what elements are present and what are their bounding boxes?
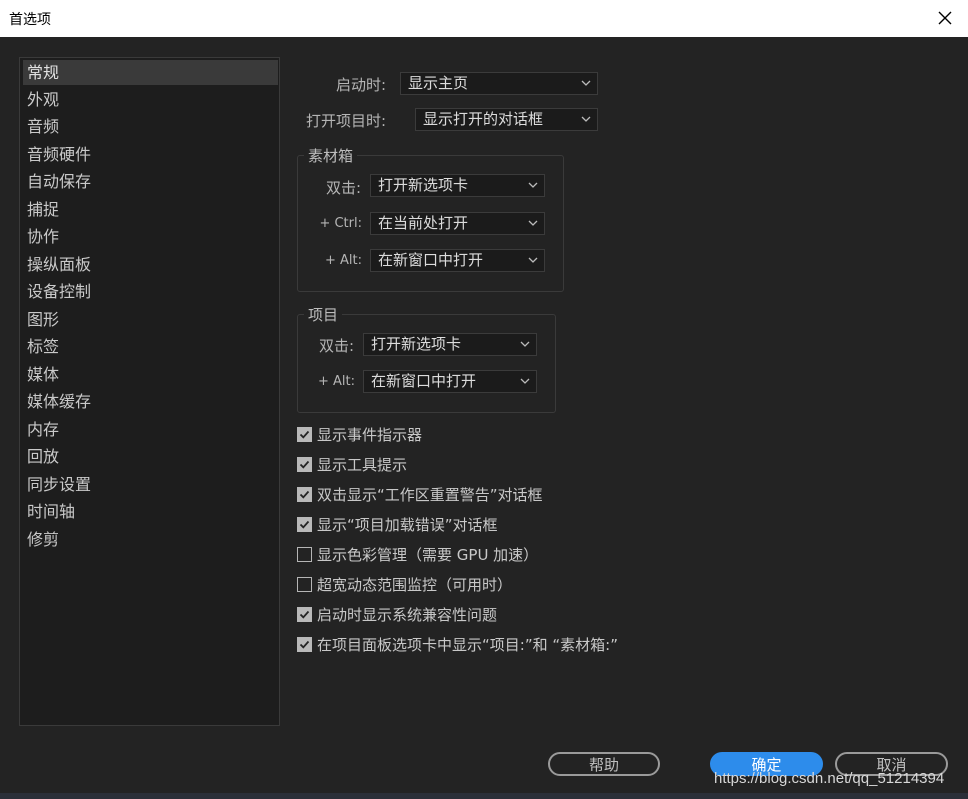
chevron-down-icon [528, 220, 538, 226]
sidebar-item-timeline[interactable]: 时间轴 [23, 499, 278, 524]
project-double-click-select[interactable]: 打开新选项卡 [363, 333, 537, 356]
startup-select[interactable]: 显示主页 [400, 72, 598, 95]
sidebar-item-media[interactable]: 媒体 [23, 362, 278, 387]
chevron-down-icon [581, 116, 591, 122]
sidebar-item-device-control[interactable]: 设备控制 [23, 279, 278, 304]
close-icon[interactable] [932, 5, 958, 31]
preferences-dialog: 常规 外观 音频 音频硬件 自动保存 捕捉 协作 操纵面板 设备控制 图形 标签… [0, 37, 968, 799]
chevron-down-icon [520, 378, 530, 384]
checkbox-label: 显示工具提示 [317, 455, 408, 474]
bins-ctrl-label: + Ctrl: [319, 216, 362, 231]
checkbox-row-event-indicators[interactable]: 显示事件指示器 [297, 423, 422, 445]
open-project-label: 打开项目时: [305, 112, 386, 130]
checkbox-checked[interactable] [297, 606, 312, 622]
startup-label: 启动时: [335, 76, 386, 94]
checkbox-checked[interactable] [297, 426, 312, 442]
sidebar-item-control-surface[interactable]: 操纵面板 [23, 252, 278, 277]
checkbox-checked[interactable] [297, 636, 312, 652]
sidebar-item-labels[interactable]: 标签 [23, 334, 278, 359]
checkbox-label: 启动时显示系统兼容性问题 [317, 605, 498, 624]
checkbox-row-workspace-reset-warning[interactable]: 双击显示“工作区重置警告”对话框 [297, 483, 543, 505]
sidebar-item-collaboration[interactable]: 协作 [23, 224, 278, 249]
bins-alt-value: 在新窗口中打开 [378, 251, 484, 269]
sidebar-item-memory[interactable]: 内存 [23, 417, 278, 442]
checkbox-label: 在项目面板选项卡中显示“项目:”和 “素材箱:” [317, 635, 618, 654]
startup-select-value: 显示主页 [408, 74, 469, 92]
sidebar-item-trim[interactable]: 修剪 [23, 527, 278, 552]
bins-ctrl-value: 在当前处打开 [378, 214, 469, 232]
checkbox-unchecked[interactable] [297, 546, 312, 562]
sidebar-item-sync-settings[interactable]: 同步设置 [23, 472, 278, 497]
sidebar-item-appearance[interactable]: 外观 [23, 87, 278, 112]
project-legend: 项目 [308, 306, 339, 324]
watermark-text: https://blog.csdn.net/qq_51214394 [714, 770, 945, 787]
checkbox-label: 超宽动态范围监控（可用时） [317, 575, 513, 594]
bins-double-click-select[interactable]: 打开新选项卡 [370, 174, 545, 197]
chevron-down-icon [528, 257, 538, 263]
bins-double-click-label: 双击: [325, 179, 361, 197]
project-group: 项目 [297, 304, 556, 413]
chevron-down-icon [520, 341, 530, 347]
bins-double-click-value: 打开新选项卡 [378, 176, 469, 194]
project-alt-label: + Alt: [317, 374, 355, 389]
checkbox-row-tooltips[interactable]: 显示工具提示 [297, 453, 407, 475]
checkbox-row-color-management[interactable]: 显示色彩管理（需要 GPU 加速） [297, 543, 538, 565]
checkbox-row-project-bin-tab-labels[interactable]: 在项目面板选项卡中显示“项目:”和 “素材箱:” [297, 633, 618, 655]
checkbox-label: 显示色彩管理（需要 GPU 加速） [317, 545, 539, 564]
bins-ctrl-select[interactable]: 在当前处打开 [370, 212, 545, 235]
bins-alt-select[interactable]: 在新窗口中打开 [370, 249, 545, 272]
checkbox-checked[interactable] [297, 486, 312, 502]
sidebar-item-capture[interactable]: 捕捉 [23, 197, 278, 222]
sidebar-item-playback[interactable]: 回放 [23, 444, 278, 469]
checkbox-row-system-compatibility[interactable]: 启动时显示系统兼容性问题 [297, 603, 497, 625]
chevron-down-icon [528, 182, 538, 188]
checkbox-label: 显示事件指示器 [317, 425, 423, 444]
project-double-click-label: 双击: [318, 337, 354, 355]
checkbox-checked[interactable] [297, 516, 312, 532]
open-project-select[interactable]: 显示打开的对话框 [415, 108, 598, 131]
window-title: 首选项 [9, 12, 51, 28]
project-double-click-value: 打开新选项卡 [371, 335, 462, 353]
sidebar-item-auto-save[interactable]: 自动保存 [23, 169, 278, 194]
checkbox-checked[interactable] [297, 456, 312, 472]
sidebar-item-audio-hardware[interactable]: 音频硬件 [23, 142, 278, 167]
sidebar-item-media-cache[interactable]: 媒体缓存 [23, 389, 278, 414]
category-sidebar: 常规 外观 音频 音频硬件 自动保存 捕捉 协作 操纵面板 设备控制 图形 标签… [19, 57, 280, 726]
checkbox-label: 双击显示“工作区重置警告”对话框 [317, 485, 543, 504]
open-project-select-value: 显示打开的对话框 [423, 110, 544, 128]
taskbar-edge [0, 793, 968, 799]
checkbox-row-project-load-error[interactable]: 显示“项目加载错误”对话框 [297, 513, 498, 535]
chevron-down-icon [581, 80, 591, 86]
checkbox-unchecked[interactable] [297, 576, 312, 592]
bins-alt-label: + Alt: [324, 253, 362, 268]
sidebar-item-general[interactable]: 常规 [23, 60, 278, 85]
sidebar-item-audio[interactable]: 音频 [23, 114, 278, 139]
help-button[interactable]: 帮助 [548, 752, 660, 776]
project-alt-value: 在新窗口中打开 [371, 372, 477, 390]
bins-legend: 素材箱 [308, 147, 354, 165]
checkbox-row-hdr-monitoring[interactable]: 超宽动态范围监控（可用时） [297, 573, 512, 595]
title-bar: 首选项 [0, 0, 968, 37]
project-alt-select[interactable]: 在新窗口中打开 [363, 370, 537, 393]
checkbox-label: 显示“项目加载错误”对话框 [317, 515, 498, 534]
sidebar-item-graphics[interactable]: 图形 [23, 307, 278, 332]
